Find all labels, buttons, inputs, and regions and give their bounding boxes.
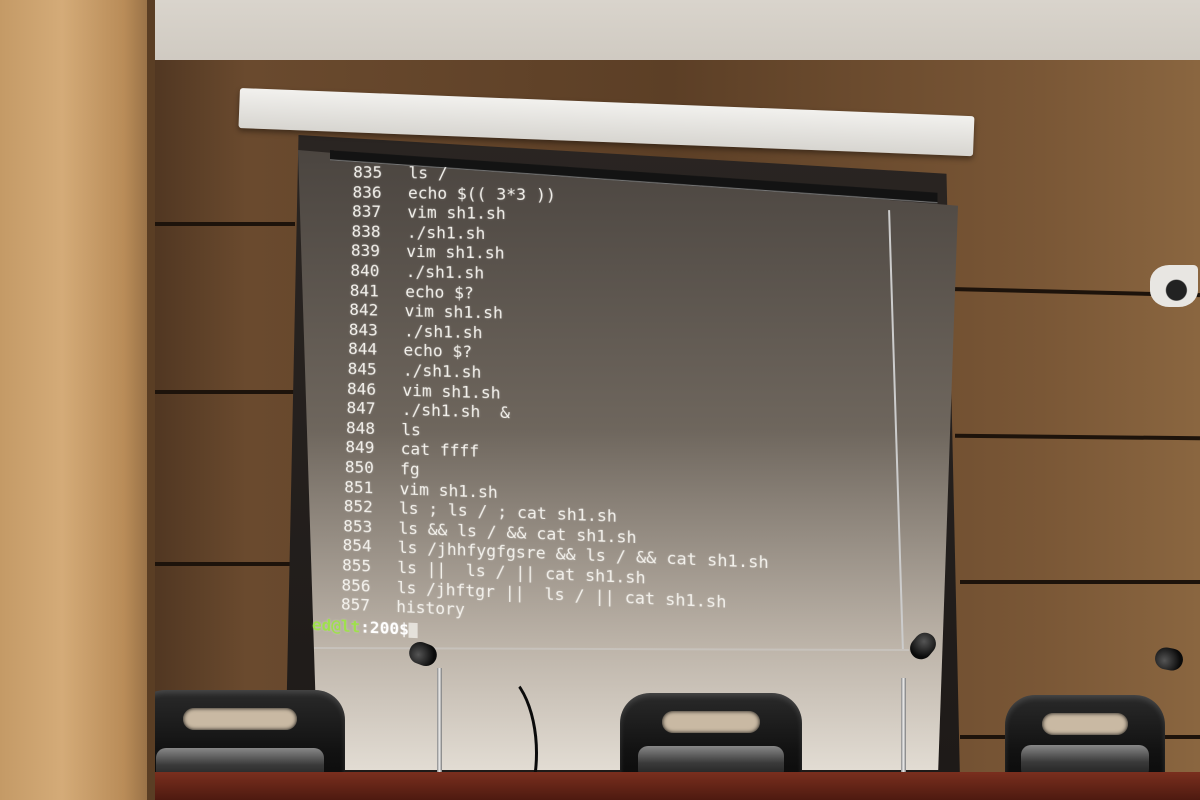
history-line-number: 843 — [326, 319, 378, 340]
projected-terminal: 835 ls / 836 echo $(( 3*3 )) 837 vim sh1.sh 83… — [310, 150, 938, 691]
history-line-number: 853 — [320, 515, 372, 537]
history-line-number: 836 — [329, 182, 381, 203]
history-command: vim sh1.sh — [405, 301, 503, 322]
history-command: history — [396, 597, 465, 619]
history-line-number: 844 — [325, 339, 377, 360]
history-command: echo $? — [403, 341, 472, 362]
history-command: fg — [400, 459, 420, 479]
prompt-path: :200$ — [360, 617, 409, 638]
chair-grip — [662, 711, 760, 733]
history-line-number: 849 — [322, 437, 374, 459]
mic-stand — [901, 678, 906, 776]
history-command: ./sh1.sh — [407, 222, 486, 243]
history-command: vim sh1.sh — [407, 203, 505, 224]
history-line-number: 838 — [328, 221, 380, 242]
history-line-number: 842 — [326, 300, 378, 321]
security-camera-icon — [1150, 265, 1198, 307]
history-command: cat ffff — [401, 439, 479, 461]
history-command: vim sh1.sh — [402, 380, 500, 402]
history-command: echo $(( 3*3 )) — [408, 183, 556, 204]
history-line-number: 850 — [322, 456, 374, 478]
history-command: ./sh1.sh — [403, 360, 481, 381]
history-command: ./sh1.sh — [404, 321, 482, 342]
history-command: ls — [401, 420, 421, 440]
history-line-number: 847 — [323, 398, 375, 420]
history-line-number: 841 — [327, 280, 379, 301]
wall-panel-seam — [145, 222, 295, 226]
text-cursor — [409, 622, 418, 638]
history-command: ls / — [409, 163, 448, 183]
lecture-hall-scene: 835 ls / 836 echo $(( 3*3 )) 837 vim sh1.sh 83… — [0, 0, 1200, 800]
front-desk — [150, 772, 1200, 800]
chair-grip — [183, 708, 296, 730]
history-line-number: 848 — [323, 417, 375, 439]
history-command: vim sh1.sh — [406, 242, 504, 263]
shell-prompt[interactable]: ed@lt:200$ — [312, 615, 418, 640]
history-line-number: 840 — [327, 260, 379, 281]
wall-panel-seam — [142, 390, 295, 394]
history-line: 835 ls / — [330, 162, 448, 184]
history-line-number: 854 — [320, 535, 372, 557]
history-line-number: 846 — [324, 378, 376, 400]
prompt-user-host: ed@lt — [312, 615, 360, 636]
history-command: ./sh1.sh — [406, 262, 484, 283]
history-line-number: 837 — [329, 201, 381, 222]
wall-panel-seam — [960, 580, 1200, 584]
history-line-number: 839 — [328, 241, 380, 262]
history-line-number: 855 — [319, 554, 371, 576]
history-line-number: 845 — [324, 358, 376, 379]
history-line-number: 857 — [318, 594, 370, 616]
wooden-pillar — [0, 0, 155, 800]
chair-grip — [1042, 713, 1128, 735]
history-command: ./sh1.sh & — [402, 400, 510, 423]
history-line-number: 835 — [330, 162, 382, 183]
history-command: echo $? — [405, 282, 474, 303]
history-line-number: 852 — [321, 496, 373, 518]
wall-panel-seam — [140, 562, 295, 566]
history-line-number: 851 — [321, 476, 373, 498]
mic-stand — [437, 668, 442, 776]
